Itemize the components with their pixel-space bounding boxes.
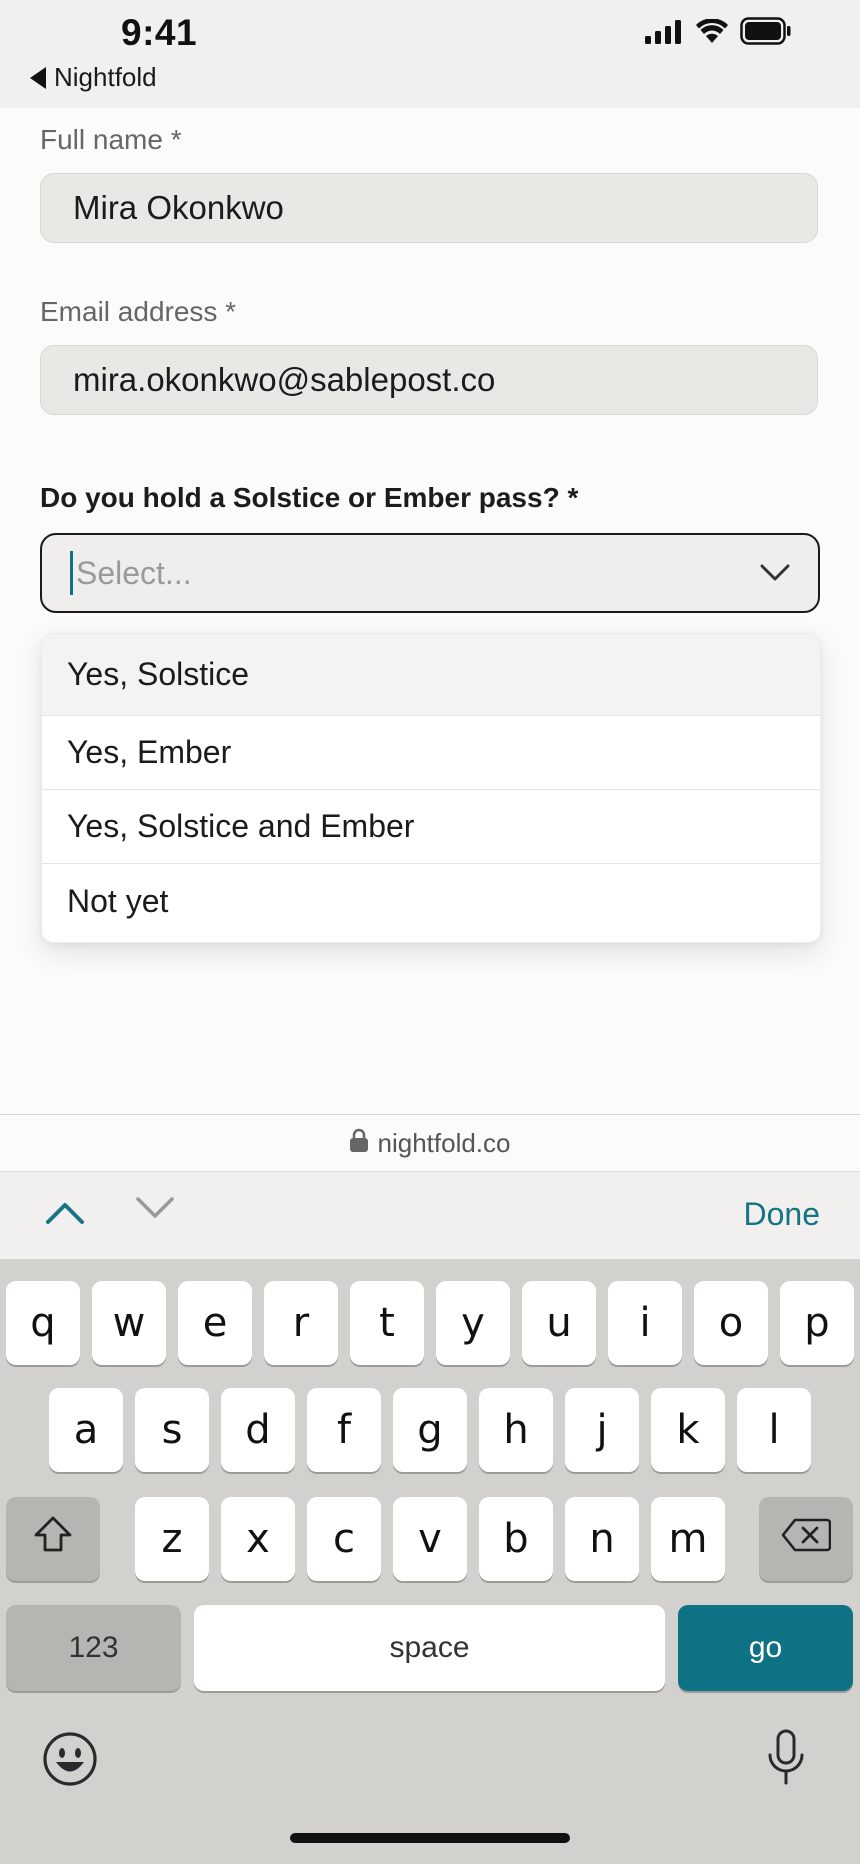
key-t[interactable]: t	[350, 1281, 424, 1365]
option-yes-solstice[interactable]: Yes, Solstice	[42, 634, 820, 716]
keyboard: qwertyuiop asdfghjkl zxcvbnm 123 space g…	[0, 1259, 860, 1864]
back-arrow-icon	[30, 66, 46, 89]
status-bar: 9:41 Nightfold	[0, 0, 860, 108]
email-input[interactable]: mira.okonkwo@sablepost.co	[40, 345, 818, 415]
pass-select[interactable]: Select...	[40, 533, 820, 613]
key-p[interactable]: p	[780, 1281, 854, 1365]
lock-icon	[349, 1128, 368, 1159]
emoji-icon[interactable]	[42, 1731, 98, 1792]
back-label: Nightfold	[54, 62, 157, 92]
key-a[interactable]: a	[49, 1388, 123, 1472]
option-label: Yes, Solstice and Ember	[67, 808, 415, 844]
wifi-icon	[696, 18, 728, 48]
keyboard-accessory-bar: Done	[0, 1171, 860, 1260]
key-w[interactable]: w	[92, 1281, 166, 1365]
key-j[interactable]: j	[565, 1388, 639, 1472]
key-s[interactable]: s	[135, 1388, 209, 1472]
key-d[interactable]: d	[221, 1388, 295, 1472]
option-label: Yes, Solstice	[67, 656, 250, 692]
key-g[interactable]: g	[393, 1388, 467, 1472]
option-not-yet[interactable]: Not yet	[42, 864, 820, 938]
key-m[interactable]: m	[651, 1497, 725, 1581]
select-placeholder: Select...	[76, 554, 192, 591]
go-key[interactable]: go	[678, 1605, 853, 1691]
option-yes-ember[interactable]: Yes, Ember	[42, 716, 820, 790]
key-o[interactable]: o	[694, 1281, 768, 1365]
back-button[interactable]: Nightfold	[30, 62, 157, 93]
microphone-icon[interactable]	[766, 1729, 806, 1792]
key-f[interactable]: f	[307, 1388, 381, 1472]
option-label: Yes, Ember	[67, 734, 232, 770]
delete-key[interactable]	[759, 1497, 853, 1581]
key-z[interactable]: z	[135, 1497, 209, 1581]
pass-question-label: Do you hold a Solstice or Ember pass? *	[40, 482, 579, 513]
key-x[interactable]: x	[221, 1497, 295, 1581]
key-k[interactable]: k	[651, 1388, 725, 1472]
chevron-up-icon[interactable]	[44, 1198, 86, 1231]
signal-icon	[645, 20, 683, 49]
key-r[interactable]: r	[264, 1281, 338, 1365]
email-value: mira.okonkwo@sablepost.co	[73, 361, 496, 398]
home-indicator	[290, 1833, 570, 1843]
chevron-down-icon	[758, 555, 792, 594]
key-e[interactable]: e	[178, 1281, 252, 1365]
key-q[interactable]: q	[6, 1281, 80, 1365]
key-l[interactable]: l	[737, 1388, 811, 1472]
delete-icon	[781, 1516, 832, 1562]
email-label: Email address *	[40, 296, 237, 327]
key-y[interactable]: y	[436, 1281, 510, 1365]
option-label: Not yet	[67, 882, 169, 919]
numbers-key[interactable]: 123	[6, 1605, 181, 1691]
shift-icon	[33, 1515, 73, 1563]
url-text: nightfold.co	[377, 1128, 511, 1158]
chevron-down-icon[interactable]	[134, 1194, 176, 1227]
shift-key[interactable]	[6, 1497, 100, 1581]
full-name-input[interactable]: Mira Okonkwo	[40, 173, 818, 243]
key-n[interactable]: n	[565, 1497, 639, 1581]
key-v[interactable]: v	[393, 1497, 467, 1581]
url-bar[interactable]: nightfold.co	[0, 1114, 860, 1172]
option-yes-solstice-and-ember[interactable]: Yes, Solstice and Ember	[42, 790, 820, 864]
key-b[interactable]: b	[479, 1497, 553, 1581]
full-name-label: Full name *	[40, 124, 182, 155]
full-name-value: Mira Okonkwo	[73, 189, 284, 226]
pass-options-list: Yes, Solstice Yes, Ember Yes, Solstice a…	[41, 633, 821, 943]
key-u[interactable]: u	[522, 1281, 596, 1365]
key-c[interactable]: c	[307, 1497, 381, 1581]
text-cursor	[70, 551, 73, 595]
key-i[interactable]: i	[608, 1281, 682, 1365]
key-h[interactable]: h	[479, 1388, 553, 1472]
done-button[interactable]: Done	[744, 1196, 821, 1233]
clock: 9:41	[121, 12, 198, 53]
space-key[interactable]: space	[194, 1605, 665, 1691]
battery-icon	[740, 17, 792, 50]
